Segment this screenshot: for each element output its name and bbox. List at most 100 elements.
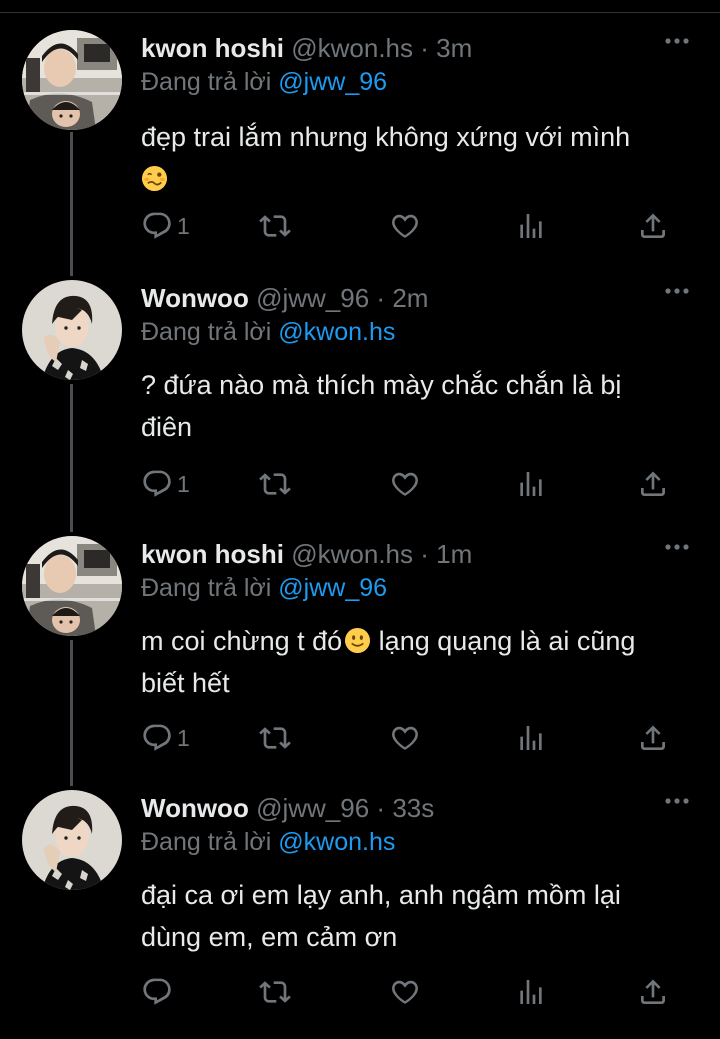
tweet-text-line (141, 158, 701, 200)
reply-icon (143, 212, 171, 239)
top-divider (0, 12, 720, 13)
avatar-kwon-hoshi[interactable] (22, 30, 122, 130)
share-icon (641, 725, 665, 750)
mention-link[interactable]: @kwon.hs (278, 318, 395, 346)
tweet-actions (141, 976, 681, 1010)
like-icon (392, 214, 418, 238)
views-button[interactable] (515, 210, 547, 242)
separator-dot: · (420, 539, 429, 569)
reply-count: 1 (177, 212, 190, 239)
retweet-button[interactable] (259, 722, 291, 754)
more-icon[interactable] (664, 286, 690, 296)
timestamp[interactable]: 3m (436, 33, 472, 63)
like-icon (392, 472, 418, 496)
reply-button[interactable] (141, 976, 177, 1008)
tweet-header: Wonwoo @jww_96 · 2m (141, 280, 428, 316)
tweet[interactable]: kwon hoshi @kwon.hs · 1m Đang trả lời @j… (0, 536, 720, 766)
tweet-header: Wonwoo @jww_96 · 33s (141, 790, 434, 826)
more-icon[interactable] (664, 36, 690, 46)
more-icon[interactable] (664, 796, 690, 806)
retweet-icon (259, 473, 291, 495)
tweet-text-part: lạng quạng là ai cũng (371, 626, 636, 656)
avatar-wonwoo[interactable] (22, 280, 122, 380)
like-icon (392, 980, 418, 1004)
tweet-header: kwon hoshi @kwon.hs · 1m (141, 536, 472, 572)
timestamp[interactable]: 2m (392, 283, 428, 313)
tweet-text: đại ca ơi em lạy anh, anh ngậm mồm lại d… (141, 874, 701, 958)
replying-prefix: Đang trả lời (141, 318, 272, 346)
tweet[interactable]: kwon hoshi @kwon.hs · 3m Đang trả lời @j… (0, 30, 720, 260)
separator-dot: · (420, 33, 429, 63)
views-icon (520, 726, 542, 750)
replying-prefix: Đang trả lời (141, 574, 272, 602)
reply-icon (143, 724, 171, 751)
like-icon (392, 726, 418, 750)
share-icon (641, 979, 665, 1004)
retweet-button[interactable] (259, 468, 291, 500)
share-button[interactable] (637, 976, 669, 1008)
views-button[interactable] (515, 976, 547, 1008)
reply-icon (143, 978, 171, 1005)
woozy-face-emoji (141, 165, 168, 192)
replying-to: Đang trả lời @jww_96 (141, 65, 387, 99)
display-name[interactable]: Wonwoo (141, 793, 249, 823)
replying-to: Đang trả lời @kwon.hs (141, 315, 395, 349)
display-name[interactable]: Wonwoo (141, 283, 249, 313)
share-button[interactable] (637, 722, 669, 754)
tweet-text-line: đại ca ơi em lạy anh, anh ngậm mồm lại (141, 880, 621, 910)
reply-icon (143, 470, 171, 497)
display-name[interactable]: kwon hoshi (141, 539, 284, 569)
avatar-wonwoo[interactable] (22, 790, 122, 890)
timestamp[interactable]: 1m (436, 539, 472, 569)
reply-button[interactable]: 1 (141, 722, 190, 754)
retweet-button[interactable] (259, 210, 291, 242)
tweet-actions: 1 (141, 468, 681, 502)
tweet[interactable]: Wonwoo @jww_96 · 33s Đang trả lời @kwon.… (0, 790, 720, 1020)
tweet[interactable]: Wonwoo @jww_96 · 2m Đang trả lời @kwon.h… (0, 280, 720, 510)
share-button[interactable] (637, 210, 669, 242)
replying-prefix: Đang trả lời (141, 828, 272, 856)
timestamp[interactable]: 33s (392, 793, 434, 823)
views-button[interactable] (515, 468, 547, 500)
reply-count: 1 (177, 470, 190, 497)
tweet-text-part: m coi chừng t đó (141, 626, 343, 656)
views-icon (520, 472, 542, 496)
tweet-text-line: dùng em, em cảm ơn (141, 922, 398, 952)
share-icon (641, 471, 665, 496)
reply-button[interactable]: 1 (141, 468, 190, 500)
reply-button[interactable]: 1 (141, 210, 190, 242)
username[interactable]: @kwon.hs (291, 33, 413, 63)
mention-link[interactable]: @kwon.hs (278, 828, 395, 856)
avatar-kwon-hoshi[interactable] (22, 536, 122, 636)
like-button[interactable] (389, 210, 421, 242)
separator-dot: · (376, 793, 386, 823)
tweet-text-line: m coi chừng t đó lạng quạng là ai cũng (141, 620, 701, 662)
tweet-text-line: điên (141, 412, 193, 442)
share-button[interactable] (637, 468, 669, 500)
like-button[interactable] (389, 468, 421, 500)
more-icon[interactable] (664, 542, 690, 552)
retweet-button[interactable] (259, 976, 291, 1008)
replying-to: Đang trả lời @jww_96 (141, 571, 387, 605)
tweet-text-line: ? đứa nào mà thích mày chắc chắn là bị (141, 370, 622, 400)
tweet-actions: 1 (141, 722, 681, 756)
retweet-icon (259, 981, 291, 1003)
username[interactable]: @jww_96 (256, 283, 369, 313)
tweet-text: ? đứa nào mà thích mày chắc chắn là bị đ… (141, 364, 701, 448)
views-icon (520, 214, 542, 238)
views-icon (520, 980, 542, 1004)
retweet-icon (259, 215, 291, 237)
replying-to: Đang trả lời @kwon.hs (141, 825, 395, 859)
mention-link[interactable]: @jww_96 (278, 574, 387, 602)
username[interactable]: @jww_96 (256, 793, 369, 823)
separator-dot: · (376, 283, 386, 313)
tweet-actions: 1 (141, 210, 681, 244)
username[interactable]: @kwon.hs (291, 539, 413, 569)
like-button[interactable] (389, 722, 421, 754)
like-button[interactable] (389, 976, 421, 1008)
views-button[interactable] (515, 722, 547, 754)
mention-link[interactable]: @jww_96 (278, 68, 387, 96)
tweet-text-line: đẹp trai lắm nhưng không xứng với mình (141, 122, 631, 152)
replying-prefix: Đang trả lời (141, 68, 272, 96)
display-name[interactable]: kwon hoshi (141, 33, 284, 63)
